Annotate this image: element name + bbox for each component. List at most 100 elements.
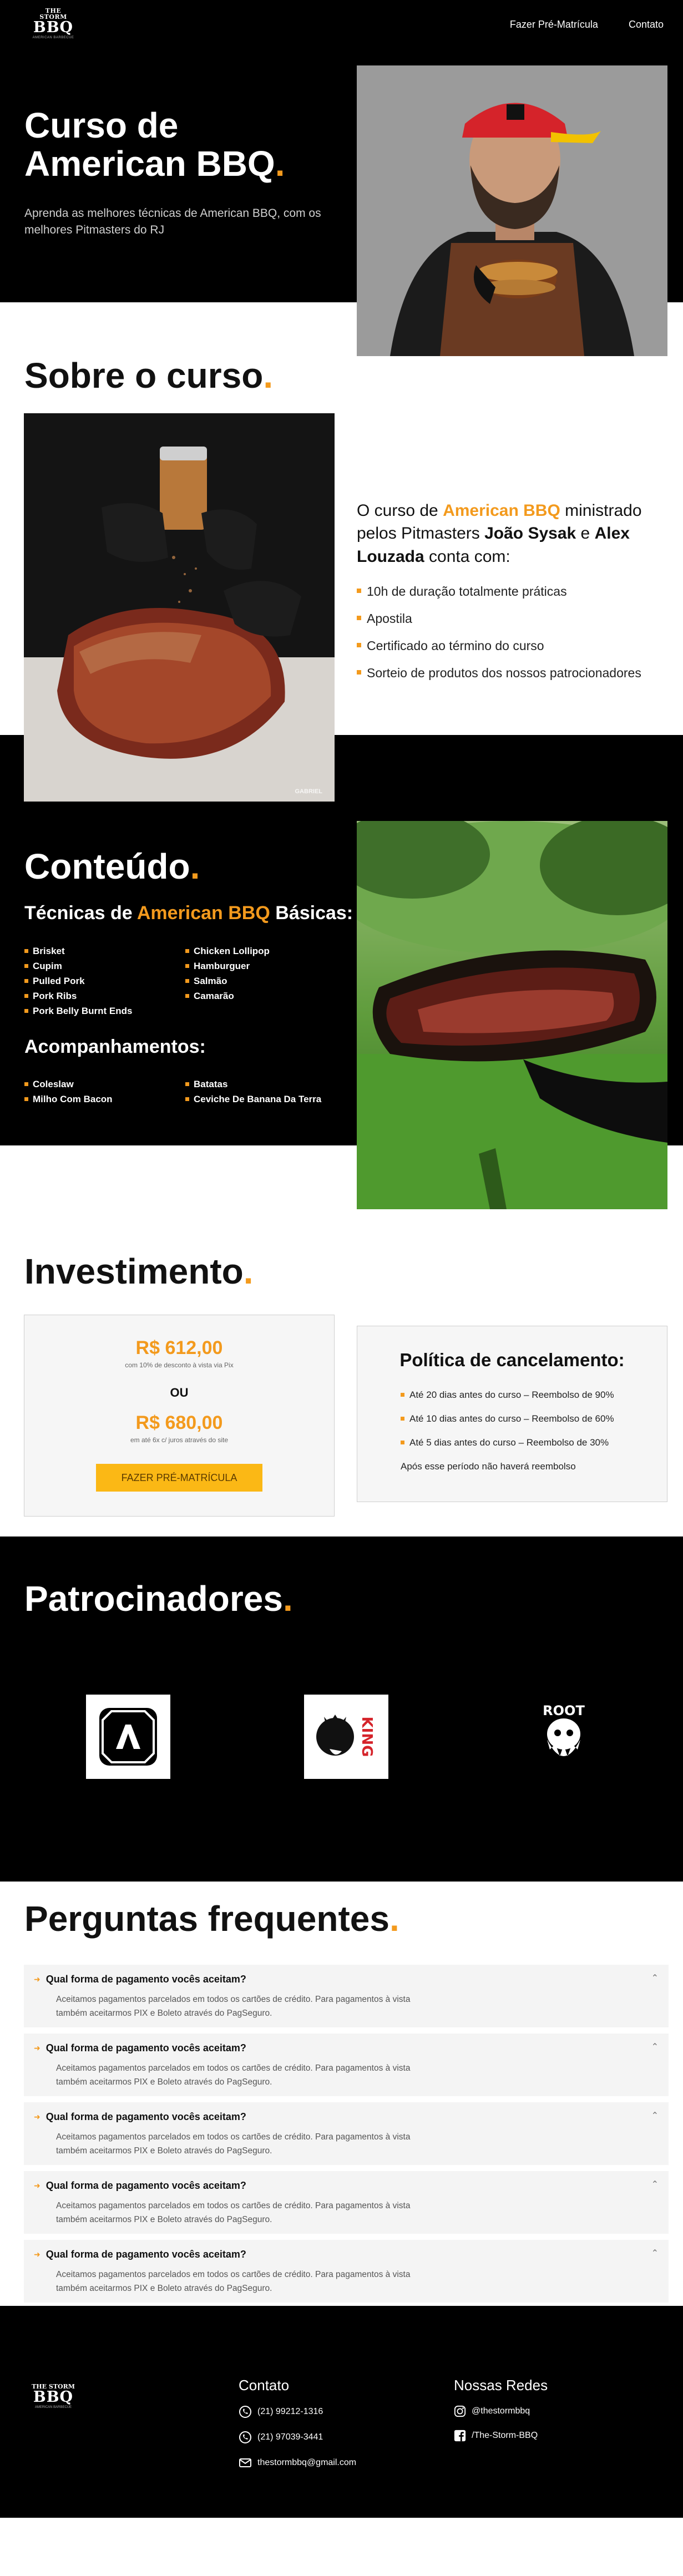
sponsor-logo-king[interactable]: KING (304, 1695, 388, 1779)
price-pix-note: com 10% de desconto à vista via Pix (125, 1361, 234, 1369)
logo-top-text: THE STORM (39, 7, 67, 21)
nav-contato[interactable]: Contato (629, 19, 664, 31)
logo-main-text: BBQ (33, 19, 74, 36)
arrow-right-icon: ➜ (34, 2112, 41, 2121)
svg-text:KING: KING (358, 1717, 375, 1757)
arrow-right-icon: ➜ (34, 2250, 41, 2259)
pre-matricula-button[interactable]: Fazer Pré-Matrícula (96, 1464, 262, 1492)
faq-item[interactable]: ➜ Qual forma de pagamento vocês aceitam? … (24, 2102, 669, 2165)
arrow-right-icon: ➜ (34, 1975, 41, 1984)
cancel-policy-card: Política de cancelamento: Até 20 dias an… (357, 1326, 667, 1502)
price-installments-note: em até 6x c/ juros através do site (130, 1436, 229, 1444)
list-item: Até 20 dias antes do curso – Reembolso d… (401, 1390, 667, 1401)
footer-contato-title: Contato (239, 2377, 290, 2394)
seasoning-meat-photo: GABRIEL (24, 413, 335, 802)
svg-text:ROOT: ROOT (543, 1703, 585, 1718)
chevron-up-icon[interactable]: ⌃ (651, 2179, 659, 2190)
footer-facebook[interactable]: /The-Storm-BBQ (454, 2430, 548, 2442)
footer-redes: Nossas Redes @thestormbbq /The-Storm-BBQ (454, 2377, 548, 2454)
list-item: Cupim (24, 961, 185, 972)
list-item: Ceviche De Banana Da Terra (185, 1094, 346, 1105)
footer-redes-title: Nossas Redes (454, 2377, 548, 2394)
top-nav: Fazer Pré-Matrícula Contato (510, 19, 664, 31)
faq-answer: Aceitamos pagamentos parcelados em todos… (56, 2132, 411, 2156)
faq-question: Qual forma de pagamento vocês aceitam? (45, 1974, 246, 1985)
policy-footer: Após esse período não haverá reembolso (401, 1461, 576, 1472)
footer-contato: Contato (21) 99212-1316 (21) 97039-3441 … (239, 2377, 356, 2482)
faq-title: Perguntas frequentes. (24, 1899, 399, 1939)
or-label: OU (170, 1386, 189, 1399)
footer-email[interactable]: thestormbbq@gmail.com (239, 2456, 356, 2469)
photo-watermark: GABRIEL (295, 788, 323, 795)
tecnicas-list: Brisket Chicken Lollipop Cupim Hamburgue… (24, 946, 357, 1017)
sobre-bullets: 10h de duração totalmente práticas Apost… (357, 584, 679, 693)
sobre-section: Sobre o curso. GABRIEL O curso de Americ… (0, 302, 683, 802)
patrocinadores-section: Patrocinadores. KING ROOT (0, 1537, 683, 1882)
logo-tagline: AMERICAN BARBECUE (32, 36, 74, 39)
whatsapp-icon (239, 2406, 251, 2418)
list-item: Batatas (185, 1079, 346, 1090)
list-item: Pork Ribs (24, 991, 185, 1002)
pitmaster-photo (357, 65, 667, 356)
hero-section: THE STORM BBQ AMERICAN BARBECUE Fazer Pr… (0, 0, 683, 356)
faq-question: Qual forma de pagamento vocês aceitam? (45, 2111, 246, 2122)
footer-logo[interactable]: THE STORM BBQ AMERICAN BARBECUE (31, 2384, 76, 2409)
sponsor-a-icon (99, 1708, 157, 1766)
nav-pre-matricula[interactable]: Fazer Pré-Matrícula (510, 19, 598, 31)
arrow-right-icon: ➜ (34, 2181, 41, 2190)
acompanhamentos-list: Coleslaw Batatas Milho Com Bacon Ceviche… (24, 1079, 357, 1105)
chevron-up-icon[interactable]: ⌃ (651, 1972, 659, 1984)
faq-question: Qual forma de pagamento vocês aceitam? (45, 2249, 246, 2260)
brand-logo[interactable]: THE STORM BBQ AMERICAN BARBECUE (31, 8, 76, 39)
sobre-title: Sobre o curso. (24, 356, 274, 395)
price-card-installments: R$ 680,00 (135, 1412, 223, 1433)
king-icon: KING (316, 1715, 375, 1757)
list-item: Hamburguer (185, 961, 346, 972)
price-pix: R$ 612,00 (135, 1337, 223, 1358)
acompanhamentos-title: Acompanhamentos: (24, 1036, 206, 1057)
list-item: 10h de duração totalmente práticas (357, 584, 679, 599)
instagram-icon (454, 2405, 466, 2417)
list-item: Certificado ao término do curso (357, 638, 679, 653)
facebook-icon (454, 2430, 466, 2442)
list-item: Coleslaw (24, 1079, 185, 1090)
list-item: Até 10 dias antes do curso – Reembolso d… (401, 1413, 667, 1424)
list-item: Pork Belly Burnt Ends (24, 1006, 185, 1017)
list-item: Até 5 dias antes do curso – Reembolso de… (401, 1437, 667, 1448)
sponsor-logo-a[interactable] (86, 1695, 170, 1779)
chevron-up-icon[interactable]: ⌃ (651, 2248, 659, 2259)
chevron-up-icon[interactable]: ⌃ (651, 2110, 659, 2121)
patrocinadores-title: Patrocinadores. (24, 1579, 293, 1619)
sponsor-logo-root[interactable]: ROOT (522, 1695, 606, 1779)
faq-question: Qual forma de pagamento vocês aceitam? (45, 2042, 246, 2053)
price-card: R$ 612,00 com 10% de desconto à vista vi… (24, 1315, 335, 1517)
hero-subtitle: Aprenda as melhores técnicas de American… (24, 207, 321, 237)
hero-title: Curso de American BBQ. (24, 105, 285, 184)
investimento-title: Investimento. (24, 1251, 254, 1291)
email-icon (239, 2458, 251, 2467)
faq-answer: Aceitamos pagamentos parcelados em todos… (56, 2063, 411, 2087)
root-skull-icon: ROOT (543, 1703, 585, 1756)
footer-instagram[interactable]: @thestormbbq (454, 2405, 548, 2417)
brisket-photo (357, 821, 667, 1209)
list-item: Sorteio de produtos dos nossos patrocion… (357, 666, 679, 681)
whatsapp-icon (239, 2431, 251, 2443)
list-item: Chicken Lollipop (185, 946, 346, 957)
arrow-right-icon: ➜ (34, 2043, 41, 2052)
faq-question: Qual forma de pagamento vocês aceitam? (45, 2180, 246, 2191)
faq-item[interactable]: ➜ Qual forma de pagamento vocês aceitam? … (24, 2171, 669, 2234)
policy-title: Política de cancelamento: (399, 1350, 625, 1370)
faq-item[interactable]: ➜ Qual forma de pagamento vocês aceitam? … (24, 2240, 669, 2303)
tecnicas-title: Técnicas de American BBQ Básicas: (24, 902, 353, 924)
faq-item[interactable]: ➜ Qual forma de pagamento vocês aceitam? … (24, 2034, 669, 2096)
faq-item[interactable]: ➜ Qual forma de pagamento vocês aceitam? … (24, 1965, 669, 2027)
faq-list: ➜ Qual forma de pagamento vocês aceitam? … (24, 1965, 669, 2309)
footer-phone-2[interactable]: (21) 97039-3441 (239, 2431, 356, 2444)
sobre-lead-text: O curso de American BBQ ministrado pelos… (357, 501, 642, 566)
footer-phone-1[interactable]: (21) 99212-1316 (239, 2405, 356, 2418)
list-item: Apostila (357, 611, 679, 626)
conteudo-title: Conteúdo. (24, 846, 200, 886)
chevron-up-icon[interactable]: ⌃ (651, 2041, 659, 2052)
faq-answer: Aceitamos pagamentos parcelados em todos… (56, 2201, 411, 2224)
footer: THE STORM BBQ AMERICAN BARBECUE Contato … (0, 2306, 683, 2518)
